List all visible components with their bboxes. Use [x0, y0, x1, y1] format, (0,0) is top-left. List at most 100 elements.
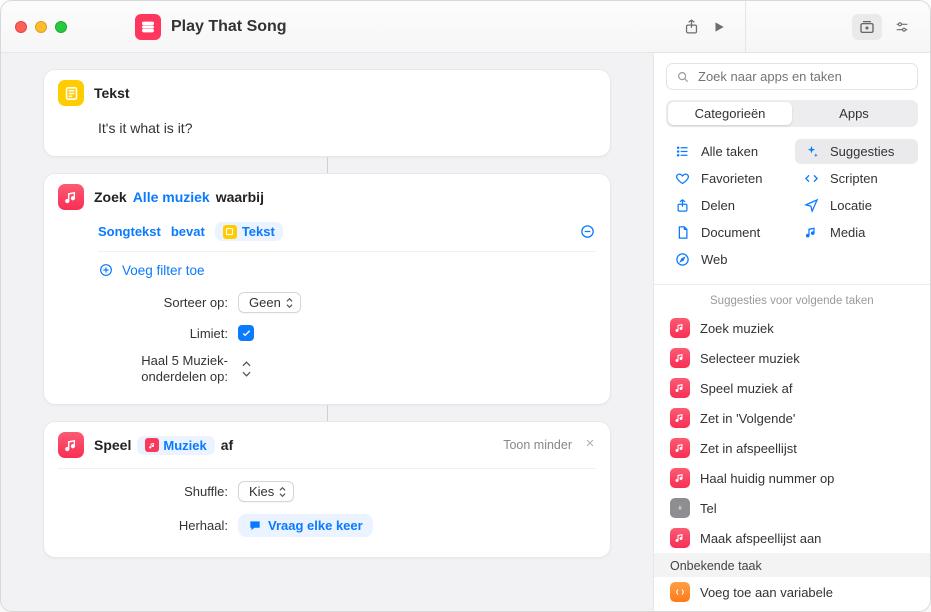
- action-icon: [670, 438, 690, 458]
- filter-field[interactable]: Songtekst: [98, 224, 161, 239]
- action-play-music[interactable]: Speel Muziek af Toon minder: [43, 421, 611, 558]
- suggestion-item[interactable]: Speel muziek af: [654, 373, 930, 403]
- code-icon: [803, 171, 820, 186]
- minimize-window-button[interactable]: [35, 21, 47, 33]
- stepper-down[interactable]: [238, 369, 254, 379]
- action-icon: [670, 378, 690, 398]
- tab-apps[interactable]: Apps: [792, 102, 916, 125]
- suggestion-item[interactable]: Zet in afspeellijst: [654, 433, 930, 463]
- titlebar: Play That Song: [1, 1, 930, 53]
- category-script[interactable]: Scripten: [795, 166, 918, 191]
- category-fav[interactable]: Favorieten: [666, 166, 789, 191]
- action-icon: [670, 528, 690, 548]
- category-suggest[interactable]: Suggesties: [795, 139, 918, 164]
- category-label: Alle taken: [701, 144, 758, 159]
- filter-row: Songtekst bevat Tekst: [44, 216, 610, 247]
- group-header: Onbekende taak: [654, 553, 930, 577]
- play-variable-chip[interactable]: Muziek: [137, 436, 214, 455]
- action-text[interactable]: Tekst: [43, 69, 611, 157]
- run-button[interactable]: [705, 13, 733, 41]
- inspector-button[interactable]: [888, 13, 916, 41]
- action-icon: [670, 408, 690, 428]
- suggestion-label: Selecteer muziek: [700, 351, 800, 366]
- play-prefix: Speel: [94, 437, 131, 453]
- text-action-icon: [58, 80, 84, 106]
- find-suffix: waarbij: [216, 189, 264, 205]
- suggestion-item[interactable]: Voeg toe aan variabele: [654, 577, 930, 607]
- find-scope-param[interactable]: Alle muziek: [133, 189, 210, 205]
- category-label: Scripten: [830, 171, 878, 186]
- suggestion-item[interactable]: Zet in 'Volgende': [654, 403, 930, 433]
- suggestion-item[interactable]: Maak afspeellijst aan: [654, 523, 930, 553]
- category-share[interactable]: Delen: [666, 193, 789, 218]
- suggestion-item[interactable]: Selecteer muziek: [654, 343, 930, 373]
- get-items-label: Haal 5 Muziek- onderdelen op:: [98, 353, 228, 384]
- doc-icon: [674, 225, 691, 240]
- category-label: Delen: [701, 198, 735, 213]
- list-icon: [674, 144, 691, 159]
- category-web[interactable]: Web: [666, 247, 789, 272]
- delete-action-button[interactable]: [584, 436, 596, 454]
- workflow-canvas[interactable]: Tekst Zoek Alle muziek waarbij: [1, 53, 653, 611]
- ask-icon: [248, 519, 262, 533]
- text-chip-icon: [223, 225, 237, 239]
- share-icon: [674, 198, 691, 213]
- zoom-window-button[interactable]: [55, 21, 67, 33]
- filter-op[interactable]: bevat: [171, 224, 205, 239]
- suggestion-label: Zoek muziek: [700, 321, 774, 336]
- remove-filter-button[interactable]: [579, 223, 596, 240]
- search-icon: [676, 70, 690, 84]
- share-button[interactable]: [677, 13, 705, 41]
- stepper-up[interactable]: [238, 359, 254, 369]
- suggestion-label: Voeg toe aan variabele: [700, 585, 833, 600]
- music-chip-icon: [145, 438, 159, 452]
- filter-variable-chip[interactable]: Tekst: [215, 222, 283, 241]
- category-media[interactable]: Media: [795, 220, 918, 245]
- sort-select[interactable]: Geen: [238, 292, 301, 313]
- library-segmented-control[interactable]: Categorieën Apps: [666, 100, 918, 127]
- category-location[interactable]: Locatie: [795, 193, 918, 218]
- action-find-music[interactable]: Zoek Alle muziek waarbij Songtekst bevat…: [43, 173, 611, 405]
- music-action-icon: [58, 432, 84, 458]
- suggestion-item[interactable]: Zoek muziek: [654, 313, 930, 343]
- search-field[interactable]: [666, 63, 918, 90]
- limit-label: Limiet:: [98, 326, 228, 341]
- tab-categories[interactable]: Categorieën: [668, 102, 792, 125]
- count-stepper[interactable]: [238, 359, 254, 379]
- action-icon: [670, 468, 690, 488]
- find-prefix: Zoek: [94, 189, 127, 205]
- heart-icon: [674, 171, 691, 186]
- sparkle-icon: [803, 144, 820, 159]
- nav-icon: [803, 198, 820, 213]
- repeat-value: Vraag elke keer: [268, 518, 363, 533]
- action-icon: [670, 318, 690, 338]
- library-toggle-button[interactable]: [852, 14, 882, 40]
- repeat-ask-pill[interactable]: Vraag elke keer: [238, 514, 373, 537]
- suggestion-item[interactable]: #Tel: [654, 493, 930, 523]
- library-sidebar: Categorieën Apps Alle taken SuggestiesFav…: [653, 53, 930, 611]
- shuffle-label: Shuffle:: [98, 484, 228, 499]
- limit-checkbox[interactable]: [238, 325, 254, 341]
- suggestion-item[interactable]: Haal huidig nummer op: [654, 463, 930, 493]
- category-all[interactable]: Alle taken: [666, 139, 789, 164]
- show-less-button[interactable]: Toon minder: [503, 438, 572, 452]
- suggestion-label: Maak afspeellijst aan: [700, 531, 821, 546]
- play-suffix: af: [221, 437, 233, 453]
- suggestion-label: Haal huidig nummer op: [700, 471, 834, 486]
- close-window-button[interactable]: [15, 21, 27, 33]
- suggestions-header: Suggesties voor volgende taken: [654, 293, 930, 313]
- add-filter-button[interactable]: Voeg filter toe: [44, 254, 610, 284]
- category-label: Locatie: [830, 198, 872, 213]
- add-filter-label: Voeg filter toe: [122, 263, 205, 278]
- category-grid: Alle taken SuggestiesFavorieten Scripten De…: [654, 137, 930, 282]
- search-input[interactable]: [698, 69, 908, 84]
- sort-label: Sorteer op:: [98, 295, 228, 310]
- category-document[interactable]: Document: [666, 220, 789, 245]
- safari-icon: [674, 252, 691, 267]
- window-title: Play That Song: [171, 18, 287, 36]
- shuffle-select[interactable]: Kies: [238, 481, 294, 502]
- shortcut-icon: [135, 14, 161, 40]
- text-input[interactable]: [98, 116, 596, 142]
- filter-variable: Tekst: [242, 224, 275, 239]
- connector: [327, 405, 328, 421]
